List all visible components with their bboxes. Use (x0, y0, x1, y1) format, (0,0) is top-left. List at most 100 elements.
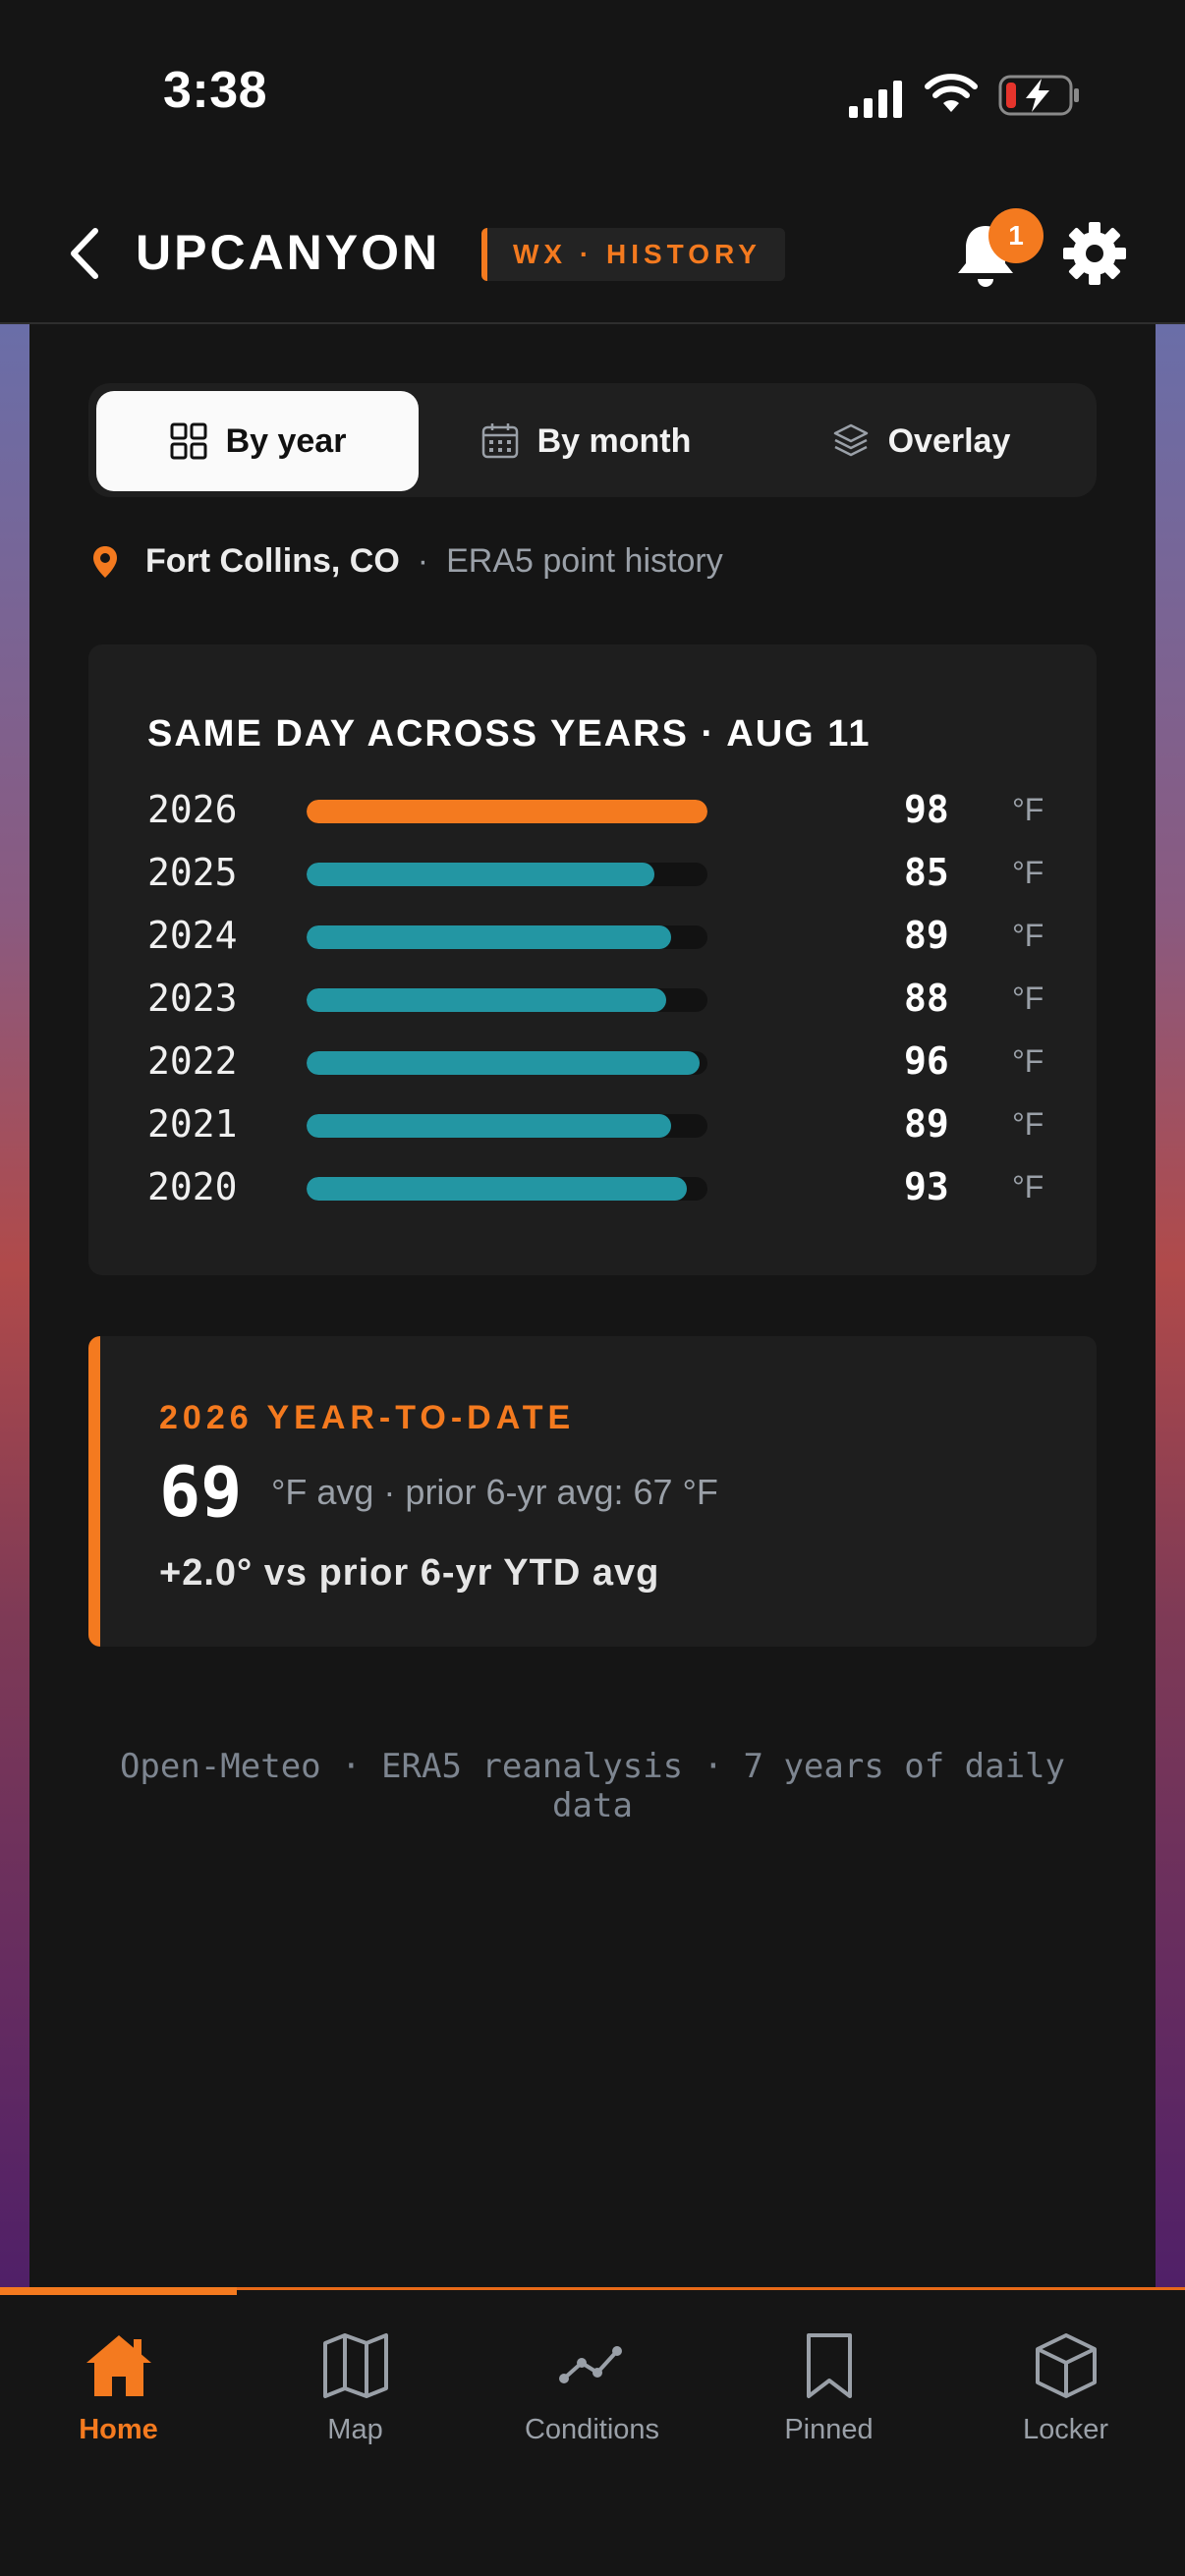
ytd-card: 2026 YEAR-TO-DATE 69 °F avg · prior 6-yr… (88, 1336, 1097, 1647)
nav-pinned[interactable]: Pinned (710, 2329, 947, 2446)
nav-label: Conditions (524, 2414, 660, 2445)
bar-track (307, 988, 707, 1012)
tab-label: Overlay (887, 421, 1011, 460)
ytd-label: 2026 YEAR-TO-DATE (159, 1399, 576, 1436)
bar-track (307, 863, 707, 886)
tab-by-year[interactable]: By year (96, 391, 419, 491)
temp-value: 93 (904, 1165, 949, 1208)
bar-track (307, 1177, 707, 1201)
tab-label: By month (536, 421, 692, 460)
status-time: 3:38 (163, 62, 268, 119)
layers-icon (833, 423, 868, 457)
same-day-chart-card: SAME DAY ACROSS YEARS · AUG 11 2026 98 °F 2… (88, 644, 1097, 1275)
location-separator: · (417, 542, 429, 580)
nav-conditions[interactable]: Conditions (474, 2329, 710, 2446)
chart-row: 2020 93 °F (147, 1157, 1051, 1220)
bar-fill (307, 1114, 671, 1138)
temp-value: 88 (904, 977, 949, 1020)
home-icon (85, 2335, 151, 2396)
tab-label: By year (225, 421, 347, 460)
temp-unit: °F (1012, 980, 1044, 1016)
settings-button[interactable] (1061, 220, 1128, 287)
chart-row: 2025 85 °F (147, 843, 1051, 906)
temp-unit: °F (1012, 1106, 1044, 1142)
bookmark-icon (806, 2333, 852, 2398)
temp-value: 98 (904, 788, 949, 831)
nav-map[interactable]: Map (237, 2329, 474, 2446)
notification-count-badge: 1 (988, 208, 1044, 263)
year-label: 2021 (147, 1102, 238, 1146)
chart-row: 2024 89 °F (147, 906, 1051, 969)
temp-value: 96 (904, 1039, 949, 1083)
location-name: Fort Collins, CO (145, 542, 400, 580)
temp-unit: °F (1012, 918, 1044, 953)
tab-overlay[interactable]: Overlay (753, 391, 1089, 491)
chart-row: 2022 96 °F (147, 1032, 1051, 1094)
location-pin-icon (93, 545, 117, 578)
chart-rows: 2026 98 °F 2025 85 °F 2024 89 °F 2023 88 °F 2022 96 °F… (147, 780, 1051, 1220)
temp-unit: °F (1012, 1043, 1044, 1079)
status-bar: 3:38 (0, 0, 1185, 187)
bar-fill (307, 800, 707, 823)
gear-icon (1063, 222, 1126, 285)
bar-fill (307, 1051, 700, 1075)
back-button[interactable] (55, 222, 114, 285)
gradient-strip-right (1156, 324, 1185, 2289)
main-content: By year By month Overlay Fort Collins, C… (29, 324, 1156, 2289)
chart-row: 2021 89 °F (147, 1094, 1051, 1157)
bottom-nav: Home Map Conditions Pinned Locker (0, 2287, 1185, 2576)
trend-line-icon (558, 2346, 622, 2383)
bar-fill (307, 1177, 687, 1201)
nav-label: Pinned (784, 2414, 874, 2445)
data-source: ERA5 point history (446, 542, 723, 580)
bar-track (307, 925, 707, 949)
nav-home[interactable]: Home (0, 2329, 237, 2446)
active-tab-indicator (0, 2287, 237, 2295)
battery-charging-icon (998, 75, 1079, 116)
temp-value: 89 (904, 1102, 949, 1146)
section-badge-label: WX · HISTORY (513, 239, 762, 269)
grid-icon (170, 422, 207, 460)
temp-unit: °F (1012, 855, 1044, 890)
bar-track (307, 1051, 707, 1075)
bar-track (307, 1114, 707, 1138)
app-title: UPCANYON (136, 225, 441, 280)
temp-unit: °F (1012, 792, 1044, 827)
year-label: 2024 (147, 914, 238, 957)
temp-unit: °F (1012, 1169, 1044, 1204)
temp-value: 89 (904, 914, 949, 957)
signal-icon (849, 81, 902, 118)
back-chevron-icon (71, 228, 98, 279)
nav-label: Locker (1022, 2414, 1109, 2445)
data-footnote: Open-Meteo · ERA5 reanalysis · 7 years o… (119, 1747, 1066, 1825)
temp-value: 85 (904, 851, 949, 894)
nav-label: Home (79, 2414, 158, 2445)
bar-fill (307, 925, 671, 949)
bar-fill (307, 988, 666, 1012)
bar-track (307, 800, 707, 823)
nav-label: Map (327, 2414, 383, 2445)
year-label: 2025 (147, 851, 238, 894)
calendar-icon (481, 423, 518, 459)
gradient-strip-left (0, 324, 29, 2289)
view-tabs: By year By month Overlay (88, 383, 1097, 497)
section-badge: WX · HISTORY (481, 228, 785, 281)
app-header: UPCANYON WX · HISTORY 1 (0, 187, 1185, 324)
year-label: 2022 (147, 1039, 238, 1083)
bar-fill (307, 863, 654, 886)
ytd-subtitle: °F avg · prior 6-yr avg: 67 °F (271, 1472, 718, 1512)
year-label: 2020 (147, 1165, 238, 1208)
cube-icon (1035, 2333, 1097, 2398)
location-row: Fort Collins, CO · ERA5 point history (90, 542, 723, 581)
nav-locker[interactable]: Locker (947, 2329, 1184, 2446)
chart-row: 2026 98 °F (147, 780, 1051, 843)
map-icon (322, 2333, 388, 2398)
wifi-icon (925, 74, 978, 112)
year-label: 2026 (147, 788, 238, 831)
ytd-delta: +2.0° vs prior 6-yr YTD avg (159, 1552, 660, 1594)
ytd-avg-value: 69 (159, 1452, 243, 1533)
year-label: 2023 (147, 977, 238, 1020)
tab-by-month[interactable]: By month (419, 391, 753, 491)
chart-row: 2023 88 °F (147, 969, 1051, 1032)
chart-title: SAME DAY ACROSS YEARS · AUG 11 (147, 713, 872, 755)
